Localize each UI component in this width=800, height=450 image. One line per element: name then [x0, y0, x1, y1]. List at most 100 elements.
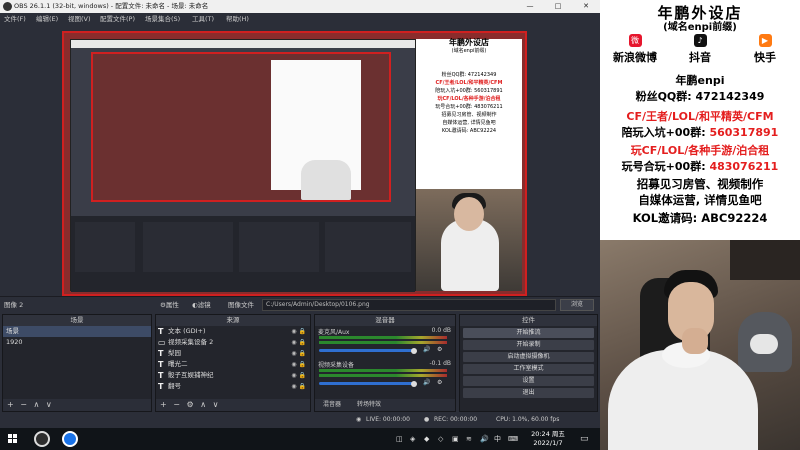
- menu-help[interactable]: 帮助(H): [226, 13, 249, 26]
- mini-promo-recruit2: 自媒体运营, 详情见鱼吧: [442, 120, 496, 126]
- studio-mode-button[interactable]: 工作室模式: [463, 364, 594, 374]
- browse-button[interactable]: 浏览: [560, 299, 594, 311]
- text-source-icon: T: [158, 371, 164, 380]
- status-bar: ◉ LIVE: 00:00:00 ● REC: 00:00:00 CPU: 1.…: [0, 412, 600, 428]
- source-item[interactable]: T 文本 (GDI+) ◉ 🔒: [156, 326, 310, 337]
- tray-icon[interactable]: ◆: [424, 428, 429, 450]
- webcam-feed: [600, 240, 800, 450]
- promo-panel: 年鹏外设店 (域名enpi前缀) 微 新浪微博 ♪ 抖音 ▶ 快手 年鹏enpi…: [600, 0, 800, 240]
- volume-slider[interactable]: [319, 382, 415, 385]
- remove-scene-button[interactable]: −: [20, 400, 27, 409]
- mini-promo-group1: 陪玩入坑+00群: 560317891: [435, 88, 503, 94]
- visibility-lock-icons[interactable]: ◉ 🔒: [291, 370, 306, 381]
- visibility-lock-icons[interactable]: ◉ 🔒: [291, 381, 306, 392]
- menu-profile[interactable]: 配置文件(P): [100, 13, 135, 26]
- properties-button[interactable]: ⚙属性: [160, 297, 179, 313]
- volume-slider-handle[interactable]: [411, 347, 417, 354]
- tray-icon[interactable]: ▣: [452, 428, 459, 450]
- add-source-button[interactable]: +: [160, 400, 167, 409]
- filters-button[interactable]: ◐滤镜: [192, 297, 211, 313]
- move-source-up-button[interactable]: ∧: [200, 400, 206, 409]
- taskbar: ◫ ◈ ◆ ◇ ▣ ≋ 🔊 中 ⌨ 20:24 周五 2022/1/7 ▭: [0, 428, 600, 450]
- visibility-lock-icons[interactable]: ◉ 🔒: [291, 348, 306, 359]
- scenes-header: 场景: [3, 315, 151, 326]
- tray-icon[interactable]: ◇: [438, 428, 443, 450]
- sources-header: 来源: [156, 315, 310, 326]
- source-item[interactable]: T 梨园 ◉ 🔒: [156, 348, 310, 359]
- source-item[interactable]: T 骰子互娱捕神纪 ◉ 🔒: [156, 370, 310, 381]
- minimize-button[interactable]: —: [516, 0, 544, 13]
- audio-meter: [319, 374, 447, 377]
- notification-icon[interactable]: ▭: [580, 428, 589, 450]
- source-item[interactable]: T 曙光二 ◉ 🔒: [156, 359, 310, 370]
- obs-taskbar-icon[interactable]: [34, 431, 50, 447]
- menu-edit[interactable]: 编辑(E): [36, 13, 58, 26]
- menu-scene-collection[interactable]: 场景集合(S): [145, 13, 180, 26]
- close-button[interactable]: ✕: [572, 0, 600, 13]
- obs-app-icon: [3, 2, 12, 11]
- network-icon[interactable]: ◫: [396, 428, 403, 450]
- visibility-lock-icons[interactable]: ◉ 🔒: [291, 326, 306, 337]
- remove-source-button[interactable]: −: [173, 400, 180, 409]
- speaker-icon[interactable]: 🔊: [423, 379, 430, 386]
- mini-webcam: [416, 189, 522, 291]
- volume-icon[interactable]: 🔊: [480, 428, 489, 450]
- volume-slider[interactable]: [319, 349, 415, 352]
- move-scene-up-button[interactable]: ∧: [34, 400, 40, 409]
- exit-button[interactable]: 退出: [463, 388, 594, 398]
- channel-name: 麦克风/Aux: [318, 329, 350, 336]
- source-item[interactable]: ▭ 视频采集设备 2 ◉ 🔒: [156, 337, 310, 348]
- keyboard-icon[interactable]: ⌨: [508, 428, 518, 450]
- volume-slider-handle[interactable]: [411, 380, 417, 387]
- start-recording-button[interactable]: 开始录制: [463, 340, 594, 350]
- source-item[interactable]: T 翻号 ◉ 🔒: [156, 381, 310, 392]
- mixer-dock: 混音器 麦克风/Aux 0.0 dB 🔊 ⚙ 视频采集设备 -0.1 dB 🔊 …: [314, 314, 456, 412]
- maximize-button[interactable]: □: [544, 0, 572, 13]
- visibility-lock-icons[interactable]: ◉ 🔒: [291, 337, 306, 348]
- tray-icon[interactable]: ◈: [410, 428, 415, 450]
- promo-recruit2: 自媒体运营, 详情见鱼吧: [638, 193, 762, 207]
- start-virtual-camera-button[interactable]: 启动虚拟摄像机: [463, 352, 594, 362]
- obs-window: OBS 26.1.1 (32-bit, windows) - 配置文件: 未命名…: [0, 0, 600, 428]
- wifi-icon[interactable]: ≋: [466, 428, 472, 450]
- tab-mixer[interactable]: 混音器: [323, 399, 341, 411]
- menu-view[interactable]: 视图(V): [68, 13, 91, 26]
- mini-promo-games2: 玩CF/LOL/各种手游/泊合租: [437, 96, 501, 102]
- mixer-header: 混音器: [315, 315, 455, 326]
- add-scene-button[interactable]: +: [7, 400, 14, 409]
- move-scene-down-button[interactable]: ∨: [46, 400, 52, 409]
- promo-games2: 玩CF/LOL/各种手游/泊合租: [630, 144, 770, 157]
- start-streaming-button[interactable]: 开始推流: [463, 328, 594, 338]
- menu-file[interactable]: 文件(F): [4, 13, 26, 26]
- channel-db: -0.1 dB: [429, 360, 451, 367]
- image-path-field[interactable]: C:/Users/Admin/Desktop/0106.png: [262, 299, 556, 311]
- live-icon: ◉: [356, 416, 362, 423]
- rec-status: REC: 00:00:00: [434, 416, 478, 423]
- scene-item[interactable]: 1920: [3, 337, 151, 348]
- ime-indicator[interactable]: 中: [494, 428, 501, 450]
- mini-promo-recruit1: 招募见习房管、视频制作: [441, 112, 497, 118]
- cpu-status: CPU: 1.0%, 60.00 fps: [496, 416, 560, 423]
- preview-area[interactable]: 年鹏外设店 (域名enpi前缀) 粉丝QQ群: 472142349 CF/王者/…: [0, 26, 600, 296]
- windows-start-icon[interactable]: [8, 434, 18, 444]
- scenes-footer: + − ∧ ∨: [3, 399, 151, 411]
- promo-handle: 年鹏enpi: [675, 74, 725, 87]
- camera-source-icon: ▭: [158, 338, 166, 347]
- move-source-down-button[interactable]: ∨: [213, 400, 219, 409]
- scene-item[interactable]: 场景: [3, 326, 151, 337]
- settings-button[interactable]: 设置: [463, 376, 594, 386]
- speaker-icon[interactable]: 🔊: [423, 346, 430, 353]
- clock-time: 20:24 周五: [531, 430, 565, 438]
- tab-transitions[interactable]: 转场特效: [357, 399, 381, 411]
- douyin-icon: ♪: [693, 34, 707, 47]
- clock[interactable]: 20:24 周五 2022/1/7: [528, 430, 568, 448]
- visibility-lock-icons[interactable]: ◉ 🔒: [291, 359, 306, 370]
- social-kuaishou: ▶ 快手: [754, 34, 776, 64]
- source-settings-button[interactable]: ⚙: [187, 400, 194, 409]
- promo-kol: KOL邀请码: ABC92224: [632, 211, 768, 225]
- gear-icon[interactable]: ⚙: [437, 346, 442, 353]
- browser-taskbar-icon[interactable]: [62, 431, 78, 447]
- gear-icon[interactable]: ⚙: [437, 379, 442, 386]
- menu-tools[interactable]: 工具(T): [192, 13, 214, 26]
- preview-canvas[interactable]: 年鹏外设店 (域名enpi前缀) 粉丝QQ群: 472142349 CF/王者/…: [62, 31, 527, 296]
